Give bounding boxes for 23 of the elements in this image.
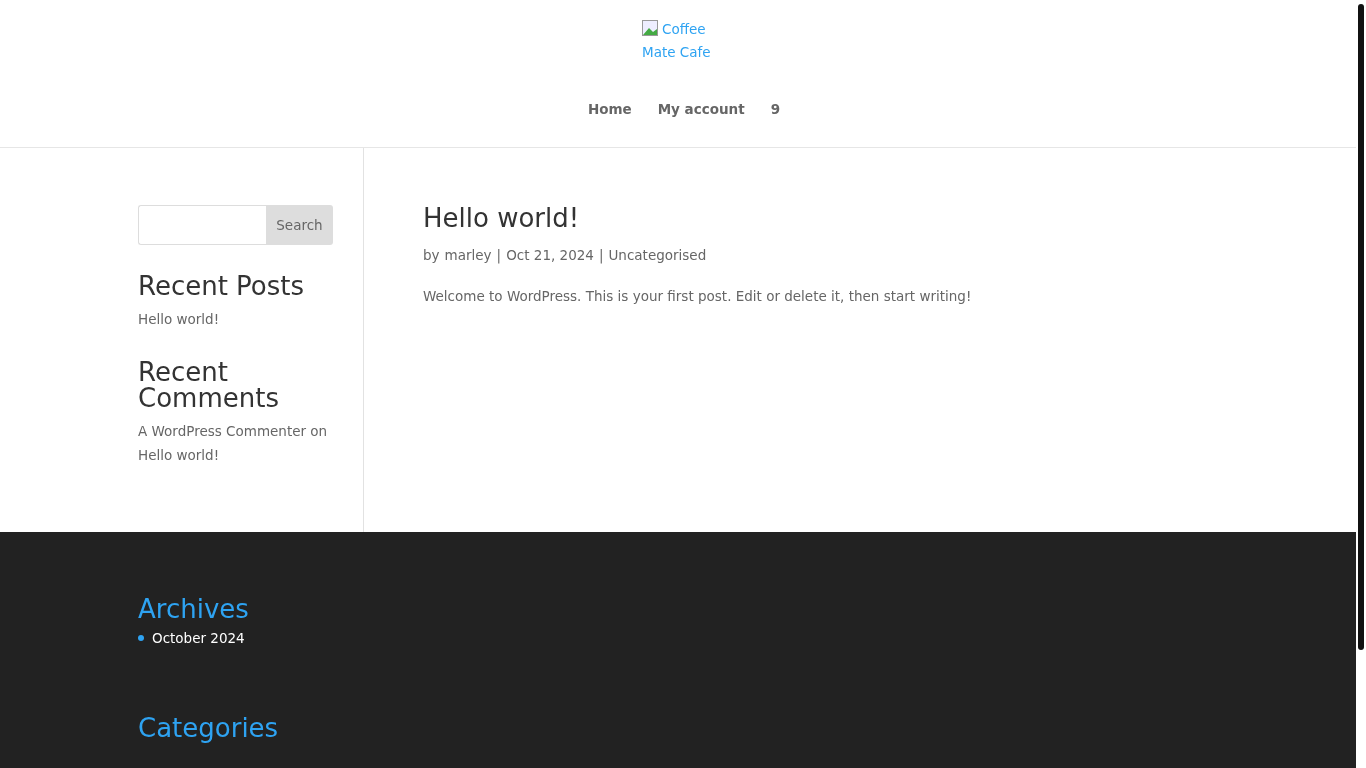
post-excerpt: Welcome to WordPress. This is your first post. Edit or delete it, then start writing! (423, 288, 972, 304)
broken-image-icon (642, 20, 658, 36)
byline-label: by (423, 246, 440, 265)
nav-link[interactable]: 9 (770, 101, 781, 117)
footer-widget-title: Categories (138, 713, 280, 743)
widget-link[interactable]: A WordPress Commenter on Hello world! (138, 419, 333, 467)
scrollbar-thumb[interactable] (1358, 4, 1364, 650)
post-title[interactable]: Hello world! (423, 203, 972, 233)
nav-link[interactable]: Home (587, 101, 632, 117)
author-link[interactable]: marley (444, 243, 492, 267)
nav-link[interactable]: My account (657, 101, 745, 117)
archive-link[interactable]: October 2024 (152, 630, 245, 646)
search-button[interactable]: Search (266, 205, 333, 245)
separator: | (598, 246, 604, 266)
widget-title: Recent Comments (138, 359, 280, 411)
bullet-icon (138, 635, 144, 641)
widget-link[interactable]: Hello world! (138, 307, 333, 331)
separator: | (496, 246, 502, 266)
post-date: Oct 21, 2024 (506, 246, 594, 265)
category-link[interactable]: Uncategorised (608, 243, 707, 267)
widget-title: Recent Posts (138, 273, 306, 299)
footer-widget-title: Archives (138, 594, 250, 624)
search-field[interactable] (138, 205, 266, 245)
